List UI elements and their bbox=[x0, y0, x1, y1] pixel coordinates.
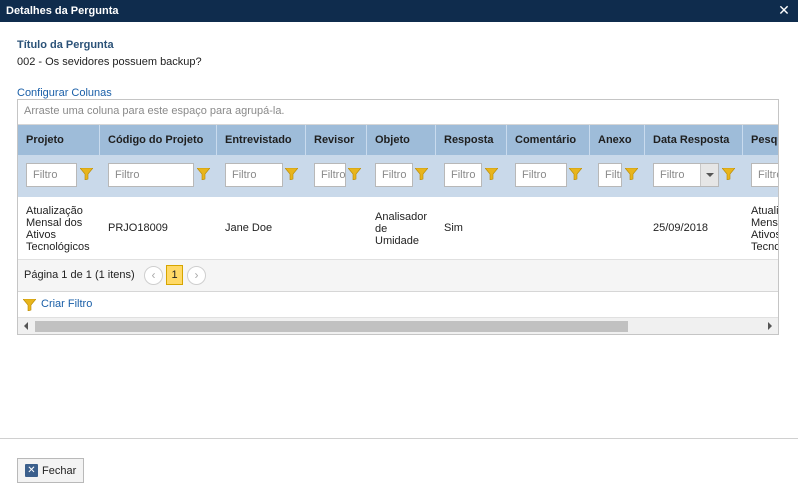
cell-data-resposta: 25/09/2018 bbox=[653, 222, 709, 234]
horizontal-scrollbar[interactable] bbox=[18, 317, 778, 334]
funnel-icon[interactable] bbox=[285, 168, 298, 180]
filter-cell-objeto: Filtro bbox=[367, 155, 436, 197]
column-header-objeto[interactable]: Objeto bbox=[367, 125, 436, 155]
question-label: Título da Pergunta bbox=[17, 39, 114, 51]
filter-cell-resposta: Filtro bbox=[436, 155, 507, 197]
create-filter-link[interactable]: Criar Filtro bbox=[41, 298, 92, 310]
filter-cell-entrevistado: Filtro bbox=[217, 155, 306, 197]
column-header-anexo[interactable]: Anexo bbox=[590, 125, 645, 155]
current-page-button[interactable]: 1 bbox=[166, 265, 183, 285]
filter-input-pesquisa[interactable]: Filtro bbox=[751, 163, 778, 187]
funnel-icon[interactable] bbox=[485, 168, 498, 180]
column-header-entrevistado[interactable]: Entrevistado bbox=[217, 125, 306, 155]
answers-grid: Arraste uma coluna para este espaço para… bbox=[17, 99, 779, 335]
question-text: 002 - Os sevidores possuem backup? bbox=[17, 56, 202, 68]
funnel-icon[interactable] bbox=[415, 168, 428, 180]
scrollbar-thumb[interactable] bbox=[35, 321, 628, 332]
filter-cell-anexo: Filtro bbox=[590, 155, 645, 197]
filter-cell-revisor: Filtro bbox=[306, 155, 367, 197]
dialog-titlebar: Detalhes da Pergunta ✕ bbox=[0, 0, 798, 22]
scroll-left-icon[interactable] bbox=[24, 322, 28, 330]
configure-columns-link[interactable]: Configurar Colunas bbox=[17, 87, 112, 99]
filter-input-revisor[interactable]: Filtro bbox=[314, 163, 346, 187]
next-page-icon[interactable]: › bbox=[187, 266, 206, 285]
filter-input-comentario[interactable]: Filtro bbox=[515, 163, 567, 187]
grid-header-row: Projeto Código do Projeto Entrevistado R… bbox=[18, 125, 778, 155]
filter-cell-projeto: Filtro bbox=[18, 155, 100, 197]
close-icon[interactable]: ✕ bbox=[777, 3, 791, 17]
column-header-comentario[interactable]: Comentário bbox=[507, 125, 590, 155]
column-header-data-resposta[interactable]: Data Resposta bbox=[645, 125, 743, 155]
cell-resposta: Sim bbox=[444, 222, 463, 234]
column-header-projeto[interactable]: Projeto bbox=[18, 125, 100, 155]
funnel-icon[interactable] bbox=[197, 168, 210, 180]
filter-cell-data-resposta: Filtro bbox=[645, 155, 743, 197]
column-header-pesquisa[interactable]: Pesquisa bbox=[743, 125, 778, 155]
filter-cell-comentario: Filtro bbox=[507, 155, 590, 197]
filter-input-resposta[interactable]: Filtro bbox=[444, 163, 482, 187]
cell-objeto: Analisador de Umidade bbox=[375, 211, 427, 247]
dialog-title: Detalhes da Pergunta bbox=[6, 5, 119, 17]
funnel-icon[interactable] bbox=[348, 168, 361, 180]
column-header-codigo[interactable]: Código do Projeto bbox=[100, 125, 217, 155]
footer-divider bbox=[0, 438, 798, 439]
cell-projeto: Atualização Mensal dos Ativos Tecnológic… bbox=[26, 205, 90, 253]
filter-builder-bar: Criar Filtro bbox=[18, 293, 778, 317]
funnel-icon[interactable] bbox=[625, 168, 638, 180]
prev-page-icon[interactable]: ‹ bbox=[144, 266, 163, 285]
filter-input-objeto[interactable]: Filtro bbox=[375, 163, 413, 187]
close-button[interactable]: ✕ Fechar bbox=[17, 458, 84, 483]
close-button-label: Fechar bbox=[42, 465, 77, 477]
funnel-icon[interactable] bbox=[722, 168, 735, 180]
filter-input-codigo[interactable]: Filtro bbox=[108, 163, 194, 187]
group-panel[interactable]: Arraste uma coluna para este espaço para… bbox=[18, 100, 778, 125]
table-row[interactable]: Atualização Mensal dos Ativos Tecnológic… bbox=[18, 197, 778, 259]
pager-info: Página 1 de 1 (1 itens) bbox=[24, 269, 135, 281]
funnel-icon[interactable] bbox=[569, 168, 582, 180]
cell-entrevistado: Jane Doe bbox=[225, 222, 273, 234]
close-x-icon: ✕ bbox=[25, 464, 38, 477]
filter-cell-codigo: Filtro bbox=[100, 155, 217, 197]
filter-input-projeto[interactable]: Filtro bbox=[26, 163, 77, 187]
cell-codigo: PRJO18009 bbox=[108, 222, 168, 234]
funnel-icon[interactable] bbox=[80, 168, 93, 180]
filter-cell-pesquisa: Filtro bbox=[743, 155, 778, 197]
pager: Página 1 de 1 (1 itens) ‹ 1 › bbox=[18, 259, 778, 292]
filter-input-anexo[interactable]: Filtro bbox=[598, 163, 622, 187]
date-dropdown-button[interactable] bbox=[700, 164, 718, 186]
funnel-icon[interactable] bbox=[23, 299, 36, 311]
grid-filter-row: Filtro Filtro Filtro Filtro Filtro Filtr… bbox=[18, 155, 778, 197]
column-header-revisor[interactable]: Revisor bbox=[306, 125, 367, 155]
scroll-right-icon[interactable] bbox=[768, 322, 772, 330]
filter-input-entrevistado[interactable]: Filtro bbox=[225, 163, 283, 187]
column-header-resposta[interactable]: Resposta bbox=[436, 125, 507, 155]
cell-pesquisa: Atualização Mensal dos Ativos Tecnológic… bbox=[751, 205, 778, 253]
